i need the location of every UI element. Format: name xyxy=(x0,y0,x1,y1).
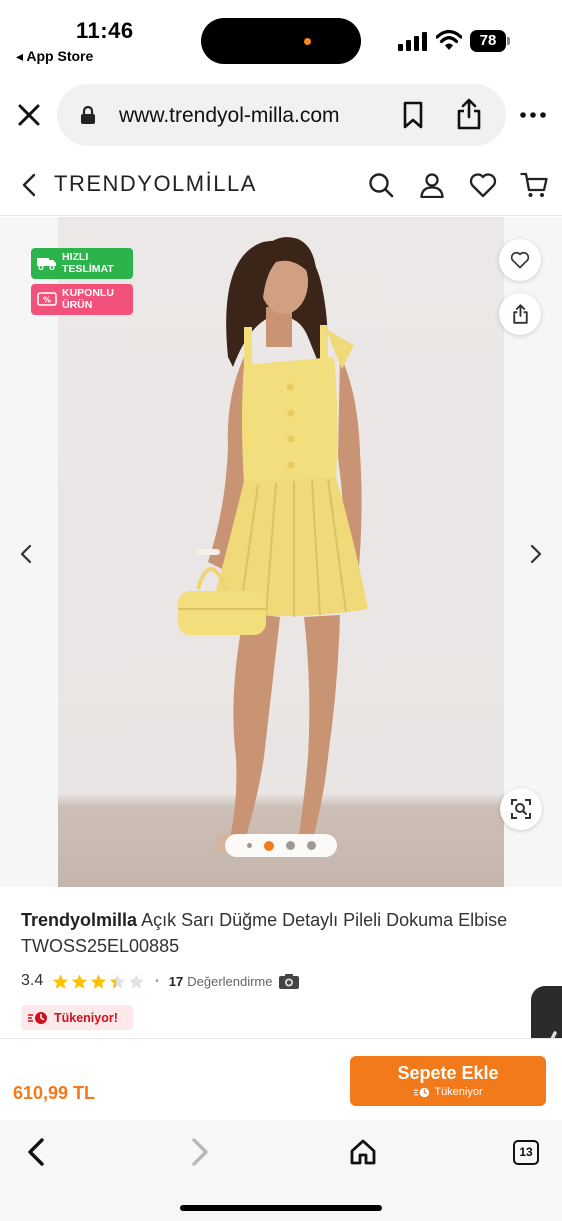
battery-icon: 78 xyxy=(470,30,510,52)
add-to-cart-label: Sepete Ekle xyxy=(397,1063,499,1083)
address-bar[interactable]: www.trendyol-milla.com xyxy=(57,84,506,146)
product-gallery[interactable]: HIZLI TESLİMAT % KUPONLU ÜRÜN xyxy=(0,217,562,887)
browser-forward-button[interactable] xyxy=(180,1132,220,1172)
share-icon xyxy=(512,304,528,324)
site-header: TRENDYOLMİLLA xyxy=(0,156,562,216)
badge-line1: KUPONLU xyxy=(62,287,114,299)
tabs-button[interactable]: 13 xyxy=(506,1132,546,1172)
product-name: Açık Sarı Düğme Detaylı Pileli Dokuma El… xyxy=(141,910,508,930)
battery-level: 78 xyxy=(470,30,506,52)
site-back-button[interactable] xyxy=(16,170,42,200)
stock-warning-badge: Tükeniyor! xyxy=(21,1005,133,1030)
star-icon xyxy=(72,973,88,989)
review-count: 17 xyxy=(168,973,184,989)
bookmark-button[interactable] xyxy=(396,98,430,132)
account-button[interactable] xyxy=(417,170,447,200)
browser-home-button[interactable] xyxy=(343,1132,383,1172)
wifi-icon xyxy=(436,29,462,50)
product-price: 610,99 TL xyxy=(13,1083,96,1103)
review-label: Değerlendirme xyxy=(187,973,273,989)
rating-row[interactable]: 3.4 • 17 Değerlendirme xyxy=(21,969,300,993)
product-title: Trendyolmilla Açık Sarı Düğme Detaylı Pi… xyxy=(21,907,551,959)
coupon-icon: % xyxy=(37,292,57,306)
cart-button[interactable] xyxy=(519,170,549,200)
chevron-right-icon xyxy=(530,544,542,564)
separator-dot: • xyxy=(155,975,159,987)
add-to-cart-subline: Tükeniyor xyxy=(350,1086,546,1098)
share-product-button[interactable] xyxy=(499,293,541,335)
product-brand[interactable]: Trendyolmilla xyxy=(21,910,137,930)
add-to-cart-sub-label: Tükeniyor xyxy=(434,1086,483,1098)
user-icon xyxy=(420,173,444,198)
home-icon xyxy=(350,1139,376,1165)
pagination-dot[interactable] xyxy=(246,843,252,848)
product-code: TWOSS25EL00885 xyxy=(21,936,180,956)
pagination-dot-active[interactable] xyxy=(263,840,274,851)
badge-line2: ÜRÜN xyxy=(62,298,93,311)
search-button[interactable] xyxy=(366,170,396,200)
heart-icon xyxy=(469,173,497,198)
chevron-left-icon xyxy=(28,1138,44,1166)
tabs-count: 13 xyxy=(513,1139,539,1165)
url-text: www.trendyol-milla.com xyxy=(119,104,340,127)
badge-line1: HIZLI xyxy=(62,251,89,263)
browser-address-row: www.trendyol-milla.com xyxy=(0,80,562,150)
share-button[interactable] xyxy=(452,96,486,132)
svg-text:%: % xyxy=(43,296,51,305)
status-bar: 11:46 ◂ App Store 78 xyxy=(0,0,562,76)
image-pagination[interactable] xyxy=(225,834,337,857)
search-icon xyxy=(369,173,394,198)
previous-image-button[interactable] xyxy=(14,539,38,569)
bookmark-icon xyxy=(403,101,423,129)
chevron-right-icon xyxy=(192,1138,208,1166)
scan-icon xyxy=(511,799,531,819)
stock-warning-text: Tükeniyor! xyxy=(54,1010,118,1025)
status-time: 11:46 xyxy=(76,18,134,43)
dynamic-island xyxy=(201,18,361,64)
browser-back-button[interactable] xyxy=(16,1132,56,1172)
buy-bar: 610,99 TL Sepete Ekle Tükeniyor xyxy=(0,1038,562,1120)
cellular-signal-icon xyxy=(398,31,428,51)
star-icon xyxy=(91,973,107,989)
pagination-dot[interactable] xyxy=(306,841,316,850)
close-icon xyxy=(18,104,40,126)
add-to-favorites-button[interactable] xyxy=(499,239,541,281)
rating-value: 3.4 xyxy=(21,972,44,989)
more-icon xyxy=(520,112,546,118)
star-icon xyxy=(53,973,69,989)
badge-line2: TESLİMAT xyxy=(62,262,114,275)
model-illustration xyxy=(178,237,368,853)
more-options-button[interactable] xyxy=(516,102,550,128)
coupon-badge: % KUPONLU ÜRÜN xyxy=(31,284,133,315)
add-to-cart-button[interactable]: Sepete Ekle Tükeniyor xyxy=(350,1056,546,1106)
visual-search-button[interactable] xyxy=(500,788,542,830)
fast-delivery-badge: HIZLI TESLİMAT xyxy=(31,248,133,279)
clock-alert-icon xyxy=(414,1087,430,1097)
star-icon xyxy=(129,973,145,989)
truck-icon xyxy=(37,258,56,270)
next-image-button[interactable] xyxy=(524,539,548,569)
privacy-indicator-dot xyxy=(304,38,311,45)
heart-icon xyxy=(510,251,530,269)
close-button[interactable] xyxy=(12,98,46,132)
pagination-dot[interactable] xyxy=(285,841,295,850)
browser-toolbar: 13 xyxy=(0,1120,562,1221)
favorites-button[interactable] xyxy=(468,170,498,200)
clock-alert-icon xyxy=(28,1011,47,1024)
share-icon xyxy=(457,98,481,130)
product-image[interactable] xyxy=(58,217,504,887)
star-icon xyxy=(110,973,126,989)
home-indicator xyxy=(180,1205,382,1211)
lock-icon xyxy=(81,105,95,124)
camera-icon xyxy=(278,973,299,989)
chevron-left-icon xyxy=(20,544,32,564)
back-to-app-link[interactable]: ◂ App Store xyxy=(16,48,93,65)
cart-icon xyxy=(520,172,548,197)
site-logo[interactable]: TRENDYOLMİLLA xyxy=(54,171,257,197)
chevron-left-icon xyxy=(22,173,36,197)
rating-stars xyxy=(52,973,145,990)
